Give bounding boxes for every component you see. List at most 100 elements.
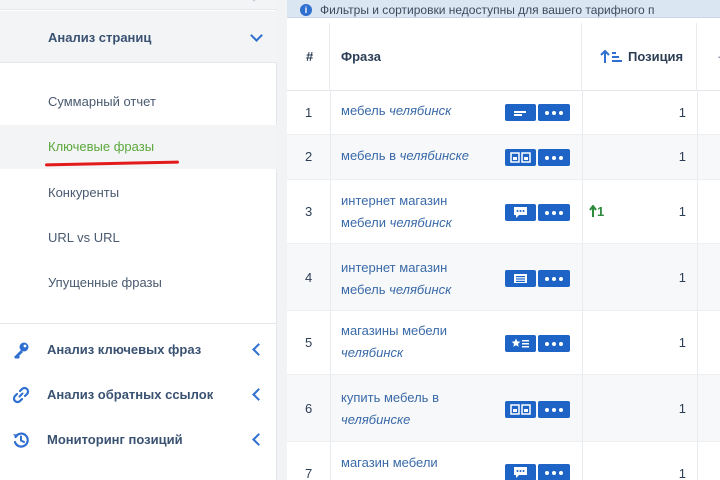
phrase-link[interactable]: магазины мебели челябинск (341, 320, 471, 364)
column-divider (330, 375, 331, 441)
serp-feature-button[interactable] (505, 464, 536, 480)
more-button[interactable] (538, 464, 570, 480)
sidebar-section-label: Анализ страниц (48, 30, 152, 45)
phrase-text: купить мебель в (341, 390, 439, 405)
more-dots-icon (545, 277, 563, 281)
row-number: 6 (305, 401, 313, 416)
position-value: 1 (678, 204, 686, 219)
serp-feature-button[interactable] (505, 204, 536, 221)
more-dots-icon (545, 471, 563, 475)
chevron-left-icon[interactable] (252, 343, 265, 356)
table-row: 6 купить мебель в челябинске 1 (287, 375, 720, 442)
sort-ascending-icon[interactable] (600, 50, 622, 64)
phrase-region: челябинск (389, 215, 452, 230)
serp-feature-button[interactable] (505, 104, 536, 121)
serp-feature-button[interactable] (505, 270, 536, 287)
position-change-value: 1 (597, 204, 605, 219)
red-underline-annotation (44, 160, 180, 167)
monitoring-icon (13, 432, 29, 448)
more-button[interactable] (538, 401, 570, 418)
sidebar-item-competitors[interactable]: Конкуренты (0, 171, 277, 215)
sidebar-item-position-monitoring[interactable]: Мониторинг позиций (0, 417, 277, 462)
table-row: 4 интернет магазин мебель челябинск 1 (287, 244, 720, 311)
images-icon (510, 404, 531, 415)
phrase-text: мебель (341, 103, 386, 118)
sidebar-item-summary-report[interactable]: Суммарный отчет (0, 80, 277, 124)
column-divider (582, 311, 583, 374)
sidebar-item-key-phrases[interactable]: Ключевые фразы (0, 125, 277, 169)
phrase-link[interactable]: интернет магазин мебель челябинск (341, 257, 481, 301)
sidebar-item-url-vs-url[interactable]: URL vs URL (0, 216, 277, 260)
more-button[interactable] (538, 149, 570, 166)
phrase-link[interactable]: мебель в челябинске (341, 145, 501, 167)
sidebar-divider (0, 323, 277, 324)
sidebar-item-label: Ключевые фразы (48, 139, 155, 154)
column-header-label: # (306, 49, 314, 64)
position-value: 1 (678, 335, 686, 350)
sidebar-item-missed-phrases[interactable]: Упущенные фразы (0, 261, 277, 305)
position-change: 1 (589, 204, 604, 219)
column-divider (582, 442, 583, 480)
row-number: 7 (305, 466, 313, 480)
phrase-text: мебель в (341, 148, 396, 163)
column-divider (582, 91, 583, 134)
phrase-link[interactable]: магазин мебели (341, 452, 461, 474)
sidebar-item-label: Анализ обратных ссылок (47, 387, 214, 402)
more-button[interactable] (538, 270, 570, 287)
more-dots-icon (545, 111, 563, 115)
phrase-region: челябинск (389, 282, 452, 297)
reviews-icon (514, 207, 527, 218)
chevron-left-icon[interactable] (252, 433, 265, 446)
sidebar-item-keyword-analysis[interactable]: Анализ ключевых фраз (0, 327, 277, 372)
position-value: 1 (678, 270, 686, 285)
phrase-text: магазины мебели (341, 323, 448, 338)
sidebar-item-label: Суммарный отчет (48, 94, 156, 109)
position-value: 1 (678, 149, 686, 164)
column-header-phrase[interactable]: Фраза (330, 23, 582, 91)
column-divider (330, 180, 331, 243)
images-icon (510, 152, 531, 163)
column-divider (697, 180, 698, 243)
column-divider (330, 311, 331, 374)
more-button[interactable] (538, 335, 570, 352)
chevron-left-icon[interactable] (252, 388, 265, 401)
key-icon (14, 342, 29, 359)
position-value: 1 (678, 466, 686, 480)
table-row: 2 мебель в челябинске 1 (287, 135, 720, 180)
table-row: 7 магазин мебели 1 (287, 442, 720, 480)
column-header-label: Позиция (628, 49, 684, 64)
phrase-link[interactable]: купить мебель в челябинске (341, 387, 471, 431)
row-number: 1 (305, 105, 313, 120)
phrase-link[interactable]: интернет магазин мебели челябинск (341, 190, 481, 234)
rating-icon (511, 338, 529, 348)
serp-feature-button[interactable] (505, 401, 536, 418)
column-divider (697, 442, 698, 480)
info-banner-text: Фильтры и сортировки недоступны для ваше… (320, 3, 655, 17)
column-header-number: # (287, 23, 330, 91)
sidebar-item-label: Анализ ключевых фраз (47, 342, 202, 357)
more-button[interactable] (538, 204, 570, 221)
more-button[interactable] (538, 104, 570, 121)
column-divider (582, 135, 583, 179)
serp-feature-button[interactable] (505, 149, 536, 166)
sidebar-item-label: URL vs URL (48, 230, 120, 245)
column-divider (697, 135, 698, 179)
column-divider (330, 442, 331, 480)
sidebar-item-label: Мониторинг позиций (47, 432, 183, 447)
table-row: 5 магазины мебели челябинск 1 (287, 311, 720, 375)
column-divider (582, 180, 583, 243)
more-dots-icon (545, 156, 563, 160)
phrase-region: челябинске (341, 412, 411, 427)
phrase-region: челябинск (389, 103, 452, 118)
position-value: 1 (678, 105, 686, 120)
column-header-position[interactable]: Позиция (582, 23, 697, 91)
main-panel: i Фильтры и сортировки недоступны для ва… (287, 0, 720, 480)
more-dots-icon (545, 211, 563, 215)
phrase-link[interactable]: мебель челябинск (341, 100, 491, 122)
more-dots-icon (545, 408, 563, 412)
sidebar-item-backlink-analysis[interactable]: Анализ обратных ссылок (0, 372, 277, 417)
arrow-up-icon (589, 204, 597, 217)
sidebar-section-page-analysis[interactable]: Анализ страниц (0, 11, 277, 63)
serp-feature-button[interactable] (505, 335, 536, 352)
chevron-down-icon[interactable] (250, 29, 263, 42)
